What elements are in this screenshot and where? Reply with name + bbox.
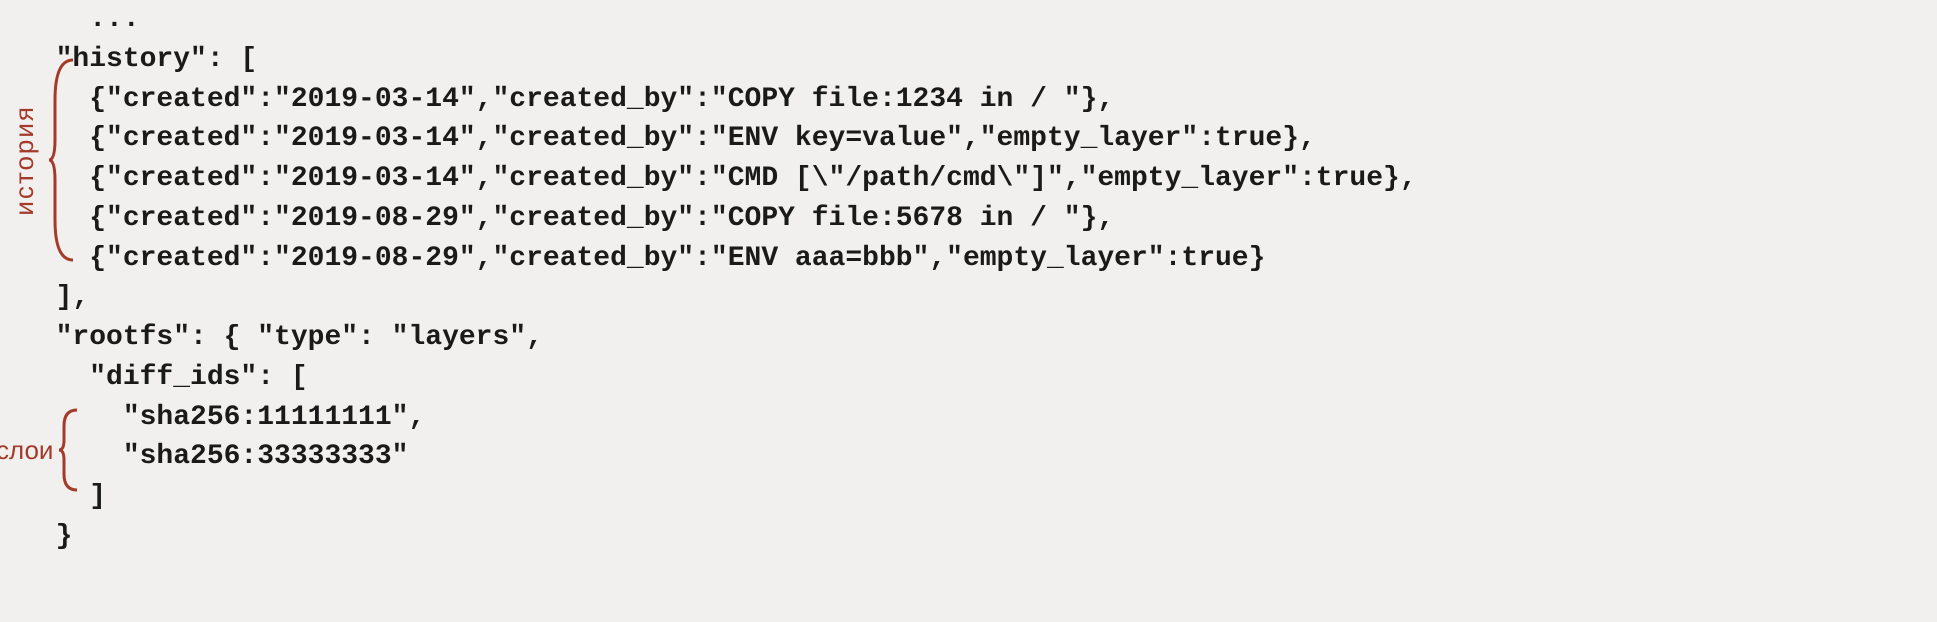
code-block: история слои ... "history": [ {"created"…	[0, 0, 1937, 575]
annotation-history: история	[6, 60, 75, 260]
annotation-layers: слои	[0, 410, 79, 490]
annotation-layers-label: слои	[0, 432, 53, 469]
code-line: "rootfs": { "type": "layers",	[22, 318, 1915, 358]
code-line: {"created":"2019-03-14","created_by":"EN…	[22, 119, 1915, 159]
code-line: {"created":"2019-03-14","created_by":"CM…	[22, 159, 1915, 199]
code-line: {"created":"2019-08-29","created_by":"CO…	[22, 199, 1915, 239]
code-line: {"created":"2019-08-29","created_by":"EN…	[22, 239, 1915, 279]
code-line: "diff_ids": [	[22, 358, 1915, 398]
code-line: }	[22, 517, 1915, 557]
code-line: "sha256:11111111",	[22, 398, 1915, 438]
brace-icon	[49, 60, 75, 260]
code-line: ...	[22, 0, 1915, 40]
code-line: "sha256:33333333"	[22, 437, 1915, 477]
code-line: {"created":"2019-03-14","created_by":"CO…	[22, 80, 1915, 120]
code-line: "history": [	[22, 40, 1915, 80]
annotation-history-label: история	[6, 105, 43, 216]
code-line: ],	[22, 278, 1915, 318]
brace-icon	[59, 410, 79, 490]
code-line: ]	[22, 477, 1915, 517]
